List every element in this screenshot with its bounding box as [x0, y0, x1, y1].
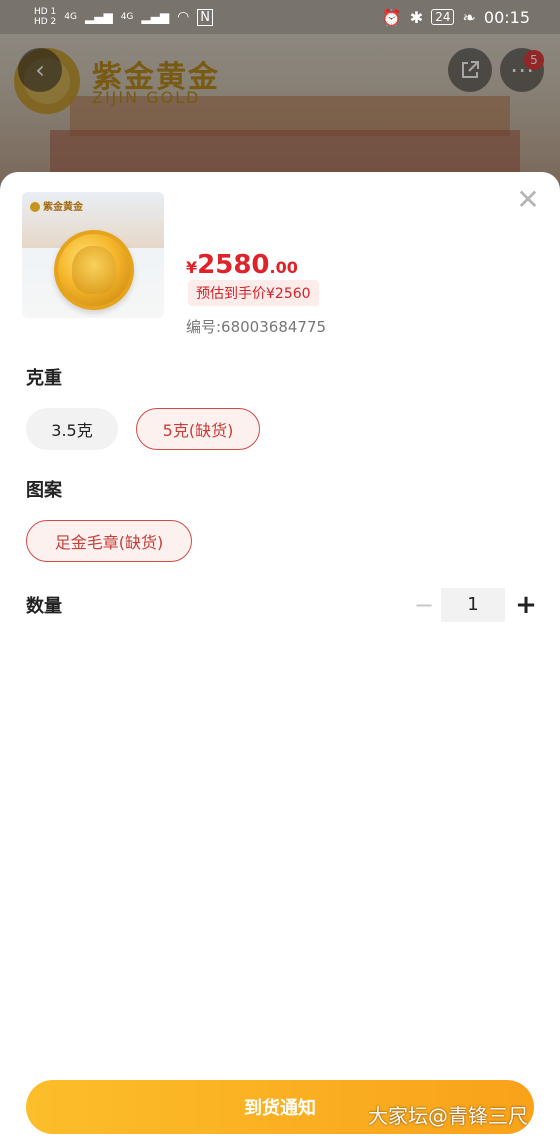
quantity-row: 数量 − 1 +	[26, 588, 538, 622]
price: ¥2580.00	[186, 250, 298, 280]
weight-label: 克重	[26, 368, 62, 389]
network2-label: 4G	[120, 12, 134, 22]
sku-number: 编号:68003684775	[186, 318, 327, 336]
weight-option-3-5g[interactable]: 3.5克	[26, 408, 118, 450]
estimated-price-tag: 预估到手价¥2560	[188, 280, 319, 306]
close-icon[interactable]: ✕	[516, 186, 540, 214]
leaf-icon: ❧	[462, 7, 476, 27]
pattern-label: 图案	[26, 480, 62, 501]
sim2-label: HD 2	[34, 17, 57, 27]
bluetooth-icon: ✱	[409, 7, 424, 27]
quantity-increase-button[interactable]: +	[514, 588, 538, 622]
alarm-icon: ⏰	[381, 7, 402, 27]
product-thumbnail[interactable]: 紫金黄金	[22, 192, 164, 318]
status-bar: HD 1 HD 2 4G ▂▄▆ 4G ▂▄▆ ◠ N ⏰ ✱ 24 ❧ 00:…	[0, 0, 560, 34]
price-integer: 2580	[197, 250, 270, 280]
thumbnail-brand: 紫金黄金	[43, 202, 83, 213]
nfc-icon: N	[197, 8, 214, 26]
brand-dot-icon	[30, 202, 40, 212]
quantity-input[interactable]: 1	[441, 588, 505, 622]
battery-indicator: 24	[431, 9, 455, 25]
quantity-label: 数量	[26, 596, 62, 617]
signal-icon: ▂▄▆	[141, 10, 170, 24]
signal-icon: ▂▄▆	[85, 10, 113, 24]
pattern-option[interactable]: 足金毛章(缺货)	[26, 520, 192, 562]
gold-coin-image	[54, 230, 134, 310]
portrait-relief	[72, 246, 116, 294]
price-decimal: .00	[269, 258, 298, 277]
price-symbol: ¥	[186, 258, 198, 277]
weight-option-5g[interactable]: 5克(缺货)	[136, 408, 260, 450]
sku-selection-sheet: ✕ 紫金黄金 ¥2580.00 预估到手价¥2560 编号:6800368477…	[0, 172, 560, 1143]
watermark-text: 大家坛@青锋三尺	[368, 1104, 528, 1128]
wifi-icon: ◠	[177, 9, 190, 25]
network1-label: 4G	[64, 12, 77, 22]
quantity-decrease-button[interactable]: −	[412, 588, 436, 622]
sim1-label: HD 1	[34, 7, 57, 17]
clock-time: 00:15	[483, 7, 530, 27]
